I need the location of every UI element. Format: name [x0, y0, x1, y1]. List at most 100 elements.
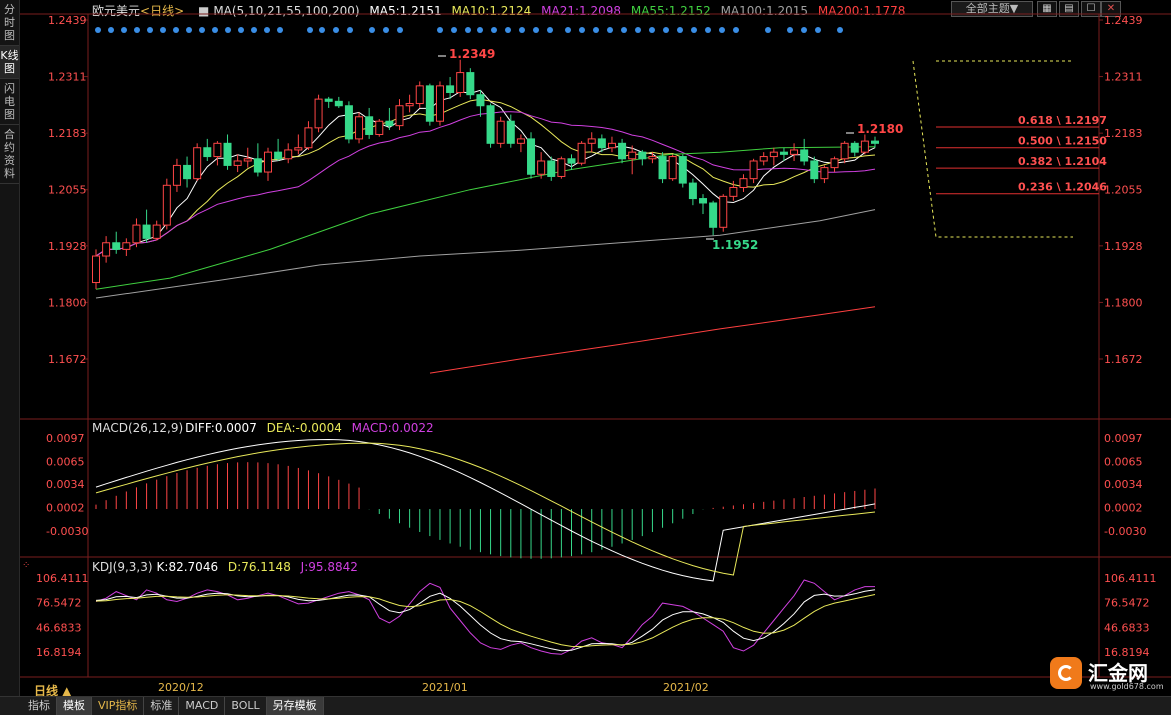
- candle-body: [820, 167, 829, 180]
- event-dot: [173, 27, 179, 33]
- candle-body: [486, 105, 495, 144]
- macd-value: MACD:0.0022: [351, 421, 434, 435]
- kdj-k: K:82.7046: [156, 560, 219, 574]
- event-dot: [465, 27, 471, 33]
- tab-boll[interactable]: BOLL: [225, 697, 267, 715]
- tab-template[interactable]: 模板: [57, 697, 92, 715]
- candle-body: [355, 116, 364, 140]
- macd-diff: DIFF:0.0007: [185, 421, 257, 435]
- candle-body: [607, 142, 616, 149]
- event-dot: [347, 27, 353, 33]
- event-dot: [212, 27, 218, 33]
- candle-body: [203, 147, 212, 158]
- event-dot: [533, 27, 539, 33]
- candle-body: [446, 85, 455, 93]
- price-tick-left: 1.2311: [48, 71, 87, 84]
- event-dot: [333, 27, 339, 33]
- event-dot: [108, 27, 114, 33]
- event-dot: [134, 27, 140, 33]
- candle-body: [506, 120, 515, 144]
- tab-kline[interactable]: K线图: [0, 46, 19, 79]
- candle-body: [699, 198, 708, 204]
- candle-body: [253, 158, 262, 173]
- fib-dashed-frame: [912, 60, 1073, 238]
- event-dot: [199, 27, 205, 33]
- axis-labels: 1.2349 1.1952 1.2180 2020/12 2021/01 202…: [36, 14, 1157, 694]
- candle-body: [274, 151, 283, 160]
- candle-body: [769, 151, 778, 158]
- macd-legend: MACD(26,12,9) DIFF:0.0007 DEA:-0.0004 MAC…: [92, 421, 440, 435]
- fib-label: 0.236 \ 1.2046: [1018, 181, 1107, 194]
- candle-body: [658, 156, 667, 180]
- candle-body: [678, 156, 687, 184]
- candle-body: [122, 242, 131, 250]
- logo-mark-icon: [1050, 657, 1082, 689]
- indicator-menu-icon[interactable]: ⁘: [22, 560, 30, 571]
- candle-body: [587, 138, 596, 144]
- time-label-feb: 2021/02: [663, 681, 709, 694]
- event-dot: [437, 27, 443, 33]
- event-dot: [519, 27, 525, 33]
- kdj-tick-right: 106.4111: [1104, 572, 1157, 585]
- candle-body: [304, 127, 313, 149]
- candle-body: [850, 142, 859, 153]
- kline-chart[interactable]: 0.618 \ 1.2197 0.500 \ 1.2150 0.382 \ 1.21…: [20, 0, 1171, 696]
- candle-body: [193, 147, 202, 180]
- candle-body: [385, 120, 394, 127]
- event-dot: [505, 27, 511, 33]
- candle-body: [547, 160, 556, 177]
- price-tick-right: 1.1800: [1104, 296, 1143, 309]
- event-dot: [95, 27, 101, 33]
- event-dot: [319, 27, 325, 33]
- price-tick-left: 1.1672: [48, 353, 87, 366]
- candle-body: [688, 182, 697, 200]
- event-dot: [307, 27, 313, 33]
- tab-indicator[interactable]: 指标: [0, 697, 57, 715]
- ma200-line: [429, 306, 876, 374]
- tab-flash[interactable]: 闪电图: [0, 79, 19, 125]
- candle-body: [810, 160, 819, 180]
- fib-label: 0.500 \ 1.2150: [1018, 135, 1107, 148]
- tab-vip-indicator[interactable]: VIP指标: [92, 697, 145, 715]
- macd-tick-right: 0.0002: [1104, 502, 1143, 515]
- tab-standard[interactable]: 标准: [144, 697, 180, 715]
- macd-tick-right: 0.0065: [1104, 455, 1143, 468]
- candle-body: [213, 142, 222, 158]
- candle-body: [132, 224, 141, 244]
- tab-intraday[interactable]: 分时图: [0, 0, 19, 46]
- candle-body: [172, 164, 181, 186]
- candle-body: [152, 224, 161, 239]
- candle-body: [223, 142, 232, 166]
- macd-params: MACD(26,12,9): [92, 421, 184, 435]
- fibonacci-levels: 0.618 \ 1.2197 0.500 \ 1.2150 0.382 \ 1.21…: [912, 60, 1107, 238]
- kdj-tick-right: 76.5472: [1104, 597, 1150, 610]
- candle-body: [830, 158, 839, 169]
- kdj-legend: KDJ(9,3,3) K:82.7046 D:76.1148 J:95.8842: [92, 560, 364, 574]
- tab-macd[interactable]: MACD: [179, 697, 226, 715]
- tab-contract-info[interactable]: 合约资料: [0, 125, 19, 184]
- ma100-line: [95, 209, 876, 299]
- event-dot: [147, 27, 153, 33]
- candle-body: [466, 72, 475, 96]
- candle-body: [162, 184, 171, 226]
- price-tick-right: 1.2439: [1104, 14, 1143, 27]
- event-dot: [837, 27, 843, 33]
- event-dot: [477, 27, 483, 33]
- kdj-tick-right: 46.6833: [1104, 621, 1150, 634]
- candle-body: [628, 151, 637, 160]
- ma10-line: [95, 98, 876, 257]
- price-tick-right: 1.2055: [1104, 184, 1143, 197]
- candlesticks[interactable]: [92, 55, 879, 290]
- event-dot: [649, 27, 655, 33]
- candle-body: [415, 85, 424, 105]
- event-dot: [547, 27, 553, 33]
- event-dot: [635, 27, 641, 33]
- side-tab-bar: 分时图 K线图 闪电图 合约资料: [0, 0, 20, 696]
- candle-body: [476, 94, 485, 107]
- event-dot: [277, 27, 283, 33]
- candle-body: [638, 151, 647, 160]
- tab-save-template[interactable]: 另存模板: [266, 697, 324, 715]
- event-dot: [369, 27, 375, 33]
- candle-body: [102, 242, 111, 257]
- kdj-panel: [95, 579, 876, 655]
